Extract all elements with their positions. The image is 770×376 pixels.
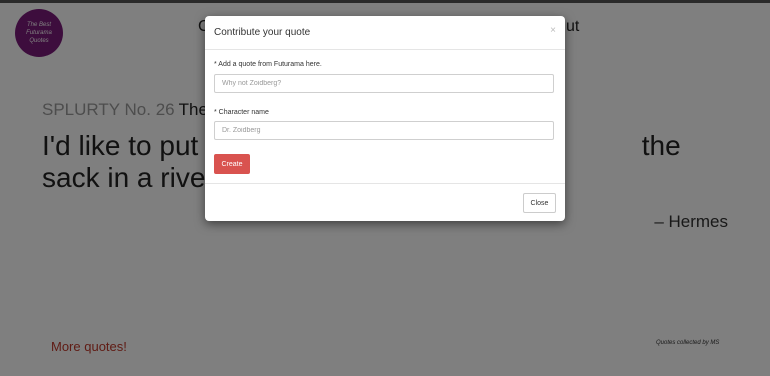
create-button[interactable]: Create — [214, 154, 250, 174]
close-icon[interactable]: × — [550, 25, 556, 36]
character-name-input[interactable] — [214, 121, 554, 140]
quote-field-label: * Add a quote from Futurama here. — [214, 61, 322, 68]
quote-input[interactable] — [214, 74, 554, 93]
modal-title: Contribute your quote — [214, 27, 311, 38]
contribute-quote-modal: Contribute your quote × * Add a quote fr… — [205, 16, 565, 221]
character-field-label: * Character name — [214, 109, 269, 116]
close-button[interactable]: Close — [523, 193, 556, 213]
modal-footer-divider — [205, 183, 565, 184]
modal-header: Contribute your quote × — [205, 16, 565, 50]
